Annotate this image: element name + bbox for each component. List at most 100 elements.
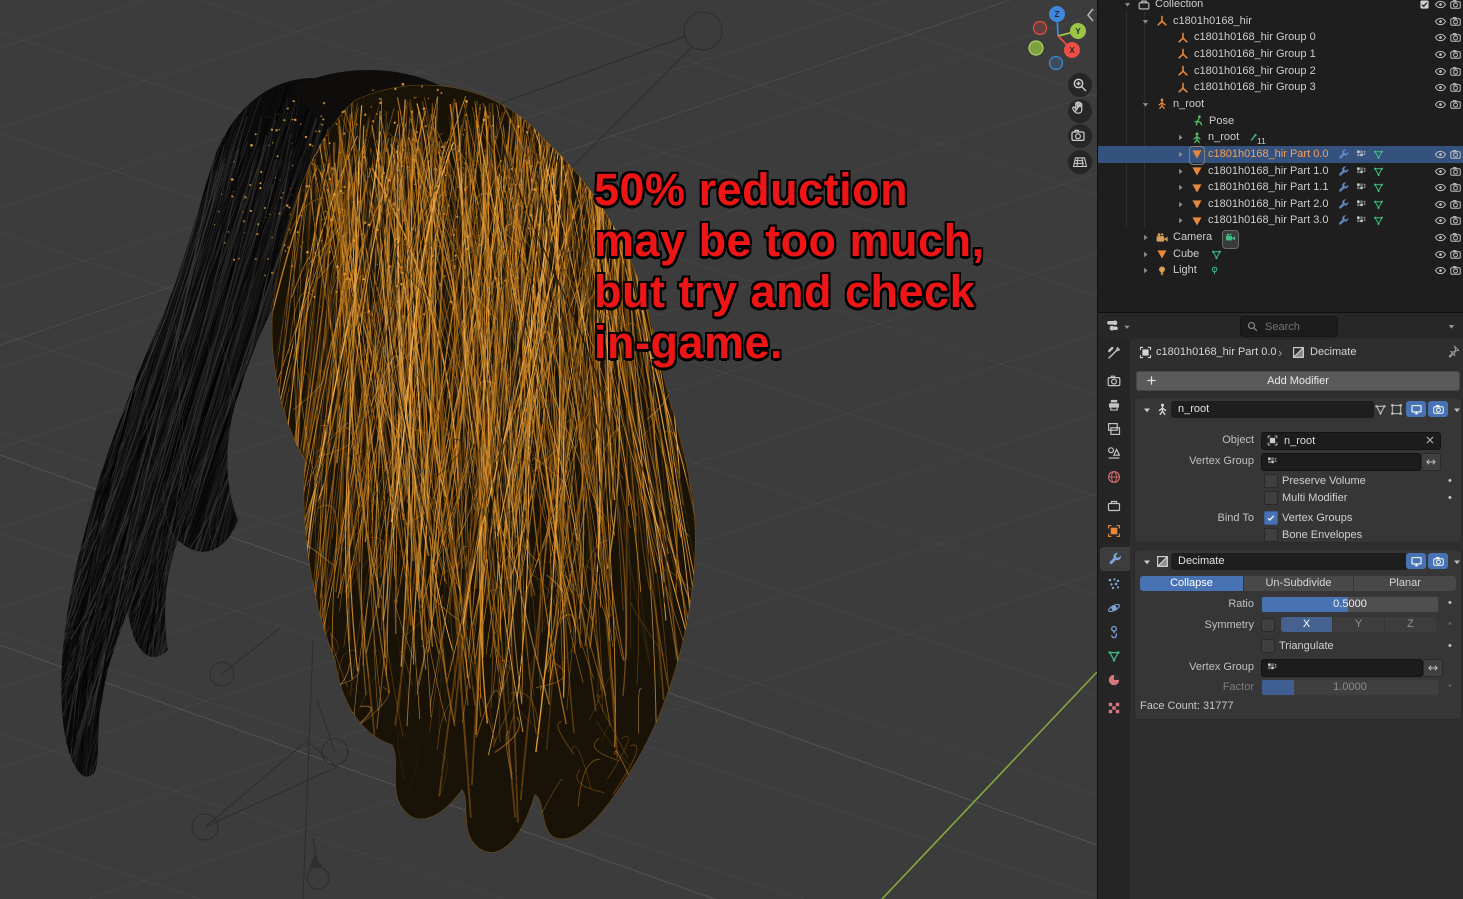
outliner-item-label: n_root	[1173, 96, 1204, 113]
properties-tab-output[interactable]	[1098, 393, 1130, 417]
hide-viewport-icon[interactable]	[1434, 264, 1447, 281]
decimate-modifier-panel: Decimate Collapse Un-Subdivide Planar Ra…	[1134, 549, 1462, 720]
render-display-toggle[interactable]	[1428, 401, 1448, 417]
properties-tab-material[interactable]	[1098, 668, 1130, 692]
properties-tab-collection[interactable]	[1098, 494, 1130, 518]
decimate-render-toggle[interactable]	[1428, 553, 1448, 569]
breadcrumb-modifier[interactable]: Decimate	[1310, 346, 1356, 358]
multi-modifier-checkbox[interactable]	[1264, 491, 1278, 505]
ratio-label: Ratio	[1135, 598, 1254, 610]
decimate-realtime-toggle[interactable]	[1406, 553, 1426, 569]
decimate-vgroup-invert-button[interactable]	[1423, 659, 1443, 677]
properties-tab-tool[interactable]	[1098, 341, 1130, 365]
armature-object-field[interactable]: n_root	[1261, 432, 1441, 450]
outliner-row[interactable]: Cube	[1098, 246, 1463, 263]
ratio-slider[interactable]: 0.5000	[1261, 596, 1439, 613]
add-modifier-button[interactable]: Add Modifier	[1136, 371, 1460, 391]
preserve-volume-checkbox[interactable]	[1264, 474, 1278, 488]
triangulate-label: Triangulate	[1279, 640, 1334, 652]
factor-slider[interactable]: 1.0000	[1261, 679, 1439, 696]
outliner-row[interactable]: c1801h0168_hir Part 0.0	[1098, 146, 1463, 163]
armature-modifier-icon	[1155, 402, 1170, 417]
decimate-mode-collapse[interactable]: Collapse	[1140, 576, 1243, 591]
outliner-row[interactable]: c1801h0168_hir Part 2.0	[1098, 196, 1463, 213]
edit-mode-display-icon[interactable]	[1373, 402, 1388, 417]
svg-text:X: X	[1069, 46, 1075, 55]
outliner-row[interactable]: n_root	[1098, 96, 1463, 113]
properties-tab-scene[interactable]	[1098, 441, 1130, 465]
expand-chevron-icon[interactable]	[1140, 265, 1151, 282]
properties-tab-rail	[1098, 339, 1130, 899]
decimate-name-field[interactable]: Decimate	[1171, 553, 1408, 570]
outliner-item-label: n_root	[1208, 129, 1239, 146]
armature-modifier-panel: n_root Object n_root Vertex Group Preser…	[1134, 397, 1462, 543]
properties-tab-object-data[interactable]	[1098, 644, 1130, 668]
properties-tab-particles[interactable]	[1098, 572, 1130, 596]
object-clear-icon[interactable]	[1424, 434, 1436, 446]
bone-envelopes-checkbox[interactable]	[1264, 528, 1278, 542]
symmetry-checkbox[interactable]	[1261, 618, 1275, 632]
outliner-row[interactable]: Collection	[1098, 0, 1463, 13]
outliner-row[interactable]: c1801h0168_hir Group 1	[1098, 46, 1463, 63]
viewport-canvas: Z Y X	[0, 0, 1097, 899]
outliner-item-label: c1801h0168_hir Part 2.0	[1208, 196, 1328, 213]
properties-tab-physics[interactable]	[1098, 596, 1130, 620]
decimate-extras-chevron-icon[interactable]	[1451, 556, 1463, 568]
properties-tab-view-layer[interactable]	[1098, 417, 1130, 441]
annotation-text: 50% reduction may be too much, but try a…	[594, 164, 985, 368]
armature-vgroup-field[interactable]	[1261, 453, 1421, 471]
decimate-mode-planar[interactable]: Planar	[1354, 576, 1456, 591]
properties-tab-object[interactable]	[1098, 519, 1130, 543]
properties-tab-modifiers[interactable]	[1100, 547, 1130, 571]
preserve-volume-label: Preserve Volume	[1282, 475, 1366, 487]
svg-text:Z: Z	[1055, 10, 1060, 19]
decimate-expand-chevron-icon[interactable]	[1141, 556, 1153, 568]
modifier-extras-chevron-icon[interactable]	[1451, 404, 1463, 416]
outliner-row[interactable]: c1801h0168_hir Group 2	[1098, 63, 1463, 80]
symmetry-axis-y[interactable]: Y	[1333, 617, 1384, 632]
header-menu-chevron-icon[interactable]	[1446, 321, 1457, 332]
editor-type-chevron-icon[interactable]	[1122, 322, 1132, 332]
properties-search[interactable]	[1240, 316, 1338, 337]
armature-expand-chevron-icon[interactable]	[1141, 404, 1153, 416]
decimate-mode-unsubdivide[interactable]: Un-Subdivide	[1244, 576, 1353, 591]
outliner-item-label: c1801h0168_hir Part 0.0	[1208, 146, 1328, 163]
factor-value: 1.0000	[1262, 680, 1438, 695]
viewport-3d[interactable]: Z Y X 50% reduction may be too much, but t…	[0, 0, 1097, 899]
outliner-item-label: c1801h0168_hir Group 3	[1194, 79, 1316, 96]
light-data-icon	[1208, 264, 1221, 281]
outliner-row[interactable]: c1801h0168_hir Part 1.1	[1098, 179, 1463, 196]
pin-icon[interactable]	[1446, 344, 1461, 359]
decimate-vgroup-field[interactable]	[1261, 659, 1423, 677]
disable-render-icon[interactable]	[1449, 264, 1462, 281]
realtime-display-toggle[interactable]	[1406, 401, 1426, 417]
outliner-item-label: c1801h0168_hir Group 2	[1194, 63, 1316, 80]
outliner-row[interactable]: c1801h0168_hir Group 3	[1098, 79, 1463, 96]
on-cage-display-icon[interactable]	[1389, 402, 1404, 417]
outliner-row[interactable]: Camera	[1098, 229, 1463, 246]
symmetry-axis-x[interactable]: X	[1281, 617, 1332, 632]
outliner-row[interactable]: Pose	[1098, 113, 1463, 130]
svg-text:Y: Y	[1075, 27, 1081, 36]
outliner-row[interactable]: Light	[1098, 262, 1463, 279]
decimate-breadcrumb-icon	[1291, 345, 1306, 360]
outliner-row[interactable]: c1801h0168_hir	[1098, 13, 1463, 30]
symmetry-axis-z[interactable]: Z	[1385, 617, 1436, 632]
outliner-row[interactable]: c1801h0168_hir Part 3.0	[1098, 212, 1463, 229]
triangulate-checkbox[interactable]	[1261, 639, 1275, 653]
properties-tab-world[interactable]	[1098, 465, 1130, 489]
outliner-row[interactable]: c1801h0168_hir Group 0	[1098, 29, 1463, 46]
vgroup-invert-button[interactable]	[1421, 453, 1441, 471]
editor-type-icon[interactable]	[1105, 318, 1120, 333]
outliner-row[interactable]: n_root11	[1098, 129, 1463, 146]
armature-name-field[interactable]: n_root	[1171, 401, 1374, 418]
outliner-row[interactable]: c1801h0168_hir Part 1.0	[1098, 163, 1463, 180]
vgroup-field-icon	[1266, 455, 1279, 468]
annotation-line: in-game.	[594, 317, 985, 368]
search-input[interactable]	[1263, 318, 1337, 335]
vertex-groups-checkbox[interactable]	[1264, 511, 1278, 525]
properties-tab-texture[interactable]	[1098, 696, 1130, 720]
properties-tab-render[interactable]	[1098, 369, 1130, 393]
breadcrumb-object[interactable]: c1801h0168_hir Part 0.0	[1156, 346, 1276, 358]
properties-tab-constraints[interactable]	[1098, 620, 1130, 644]
